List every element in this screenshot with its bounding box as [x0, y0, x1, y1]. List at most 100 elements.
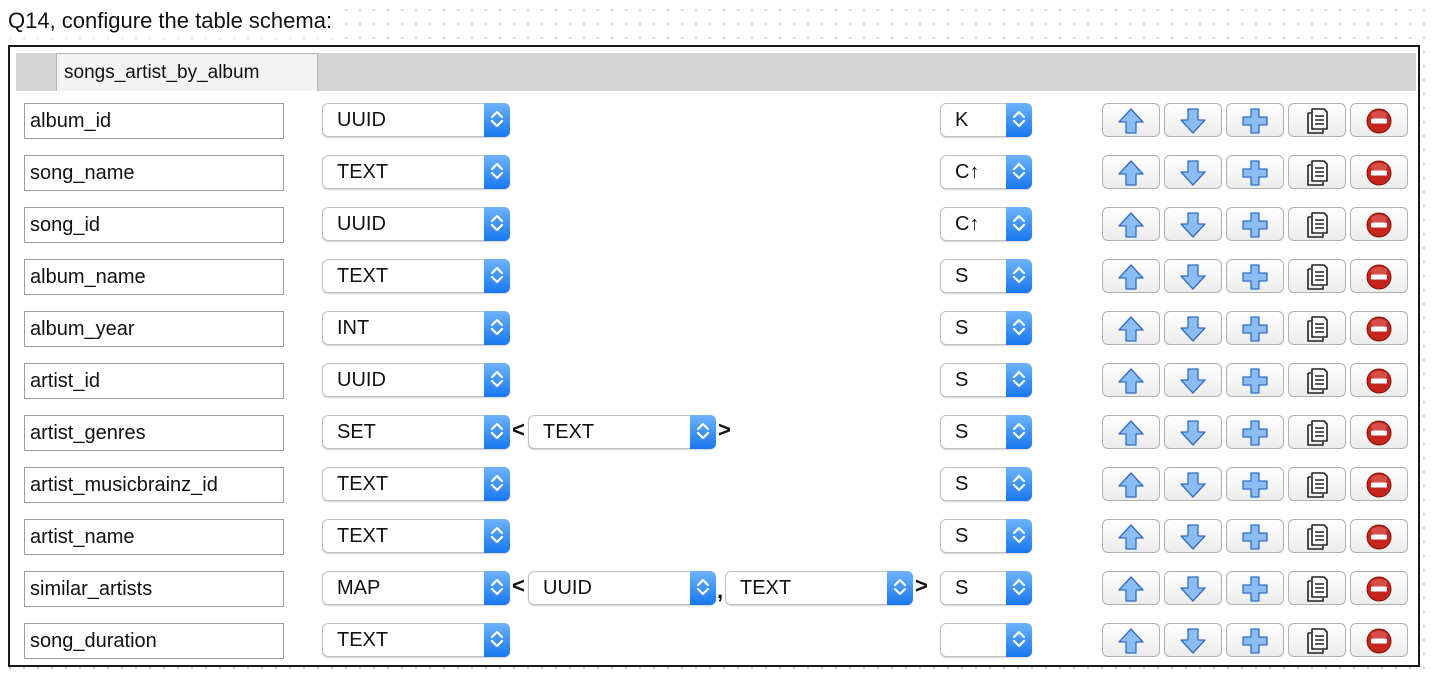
type-select[interactable]: UUID	[322, 103, 510, 137]
key-kind-select[interactable]: S	[940, 519, 1032, 553]
move-down-button[interactable]	[1164, 155, 1222, 189]
column-name-field[interactable]: similar_artists	[24, 571, 284, 607]
arrow-down-icon	[1180, 316, 1206, 342]
type-select[interactable]: MAP	[322, 571, 510, 605]
add-column-button[interactable]	[1226, 571, 1284, 605]
key-kind-select[interactable]: S	[940, 363, 1032, 397]
plus-icon	[1242, 472, 1268, 498]
move-up-button[interactable]	[1102, 415, 1160, 449]
move-down-button[interactable]	[1164, 467, 1222, 501]
add-column-button[interactable]	[1226, 155, 1284, 189]
add-column-button[interactable]	[1226, 415, 1284, 449]
move-down-button[interactable]	[1164, 519, 1222, 553]
key-kind-select[interactable]: S	[940, 311, 1032, 345]
move-down-button[interactable]	[1164, 103, 1222, 137]
column-name-field[interactable]: album_id	[24, 103, 284, 139]
column-name-field[interactable]: artist_genres	[24, 415, 284, 451]
delete-column-button[interactable]	[1350, 363, 1408, 397]
add-column-button[interactable]	[1226, 311, 1284, 345]
subtype-select[interactable]: TEXT	[528, 415, 716, 449]
key-kind-select[interactable]: C↑	[940, 155, 1032, 189]
column-name-field[interactable]: album_year	[24, 311, 284, 347]
copy-column-button[interactable]	[1288, 103, 1346, 137]
key-kind-select[interactable]: S	[940, 259, 1032, 293]
copy-column-button[interactable]	[1288, 571, 1346, 605]
delete-column-button[interactable]	[1350, 155, 1408, 189]
type-select[interactable]: UUID	[322, 363, 510, 397]
move-down-button[interactable]	[1164, 311, 1222, 345]
column-name-field[interactable]: song_name	[24, 155, 284, 191]
move-down-button[interactable]	[1164, 415, 1222, 449]
key-kind-select[interactable]: K	[940, 103, 1032, 137]
copy-column-button[interactable]	[1288, 363, 1346, 397]
add-column-button[interactable]	[1226, 519, 1284, 553]
copy-column-button[interactable]	[1288, 415, 1346, 449]
delete-column-button[interactable]	[1350, 311, 1408, 345]
move-up-button[interactable]	[1102, 155, 1160, 189]
column-name-field[interactable]: song_id	[24, 207, 284, 243]
move-up-button[interactable]	[1102, 103, 1160, 137]
type-select[interactable]: INT	[322, 311, 510, 345]
copy-column-button[interactable]	[1288, 259, 1346, 293]
column-name-field[interactable]: song_duration	[24, 623, 284, 659]
add-column-button[interactable]	[1226, 623, 1284, 657]
key-kind-select[interactable]: S	[940, 415, 1032, 449]
delete-column-button[interactable]	[1350, 519, 1408, 553]
type-select[interactable]: TEXT	[322, 467, 510, 501]
copy-column-button[interactable]	[1288, 207, 1346, 241]
type-select[interactable]: UUID	[322, 207, 510, 241]
move-down-button[interactable]	[1164, 623, 1222, 657]
add-column-button[interactable]	[1226, 103, 1284, 137]
key-kind-select[interactable]: C↑	[940, 207, 1032, 241]
subtype-select[interactable]: TEXT	[725, 571, 913, 605]
move-up-button[interactable]	[1102, 467, 1160, 501]
add-column-button[interactable]	[1226, 363, 1284, 397]
key-kind-select[interactable]: S	[940, 467, 1032, 501]
add-column-button[interactable]	[1226, 207, 1284, 241]
delete-column-button[interactable]	[1350, 623, 1408, 657]
move-up-button[interactable]	[1102, 207, 1160, 241]
add-column-button[interactable]	[1226, 259, 1284, 293]
move-down-button[interactable]	[1164, 207, 1222, 241]
copy-column-button[interactable]	[1288, 623, 1346, 657]
delete-column-button[interactable]	[1350, 415, 1408, 449]
move-up-button[interactable]	[1102, 363, 1160, 397]
column-name-field[interactable]: artist_musicbrainz_id	[24, 467, 284, 503]
arrow-down-icon	[1180, 420, 1206, 446]
delete-column-button[interactable]	[1350, 103, 1408, 137]
type-select[interactable]: TEXT	[322, 259, 510, 293]
move-up-button[interactable]	[1102, 623, 1160, 657]
key-kind-select[interactable]: S	[940, 571, 1032, 605]
key-kind-select[interactable]	[940, 623, 1032, 657]
type-select[interactable]: SET	[322, 415, 510, 449]
copy-column-button[interactable]	[1288, 519, 1346, 553]
dropdown-arrow	[1006, 519, 1032, 553]
delete-column-button[interactable]	[1350, 259, 1408, 293]
subtype-select[interactable]: UUID	[528, 571, 716, 605]
type-select[interactable]: TEXT	[322, 519, 510, 553]
table-name-tab[interactable]: songs_artist_by_album	[56, 53, 318, 91]
move-up-button[interactable]	[1102, 311, 1160, 345]
type-select[interactable]: TEXT	[322, 623, 510, 657]
move-down-button[interactable]	[1164, 571, 1222, 605]
dropdown-arrow	[1006, 311, 1032, 345]
chevron-up-down-icon	[490, 526, 504, 544]
move-up-button[interactable]	[1102, 571, 1160, 605]
add-column-button[interactable]	[1226, 467, 1284, 501]
chevron-up-down-icon	[1012, 578, 1026, 596]
copy-column-button[interactable]	[1288, 311, 1346, 345]
type-select[interactable]: TEXT	[322, 155, 510, 189]
delete-column-button[interactable]	[1350, 207, 1408, 241]
move-up-button[interactable]	[1102, 519, 1160, 553]
delete-column-button[interactable]	[1350, 571, 1408, 605]
move-down-button[interactable]	[1164, 259, 1222, 293]
column-name-field[interactable]: artist_name	[24, 519, 284, 555]
delete-column-button[interactable]	[1350, 467, 1408, 501]
table-row: similar_artists MAP < UUID, TEXT > S	[10, 565, 1422, 617]
column-name-field[interactable]: artist_id	[24, 363, 284, 399]
move-down-button[interactable]	[1164, 363, 1222, 397]
copy-column-button[interactable]	[1288, 155, 1346, 189]
column-name-field[interactable]: album_name	[24, 259, 284, 295]
move-up-button[interactable]	[1102, 259, 1160, 293]
copy-column-button[interactable]	[1288, 467, 1346, 501]
